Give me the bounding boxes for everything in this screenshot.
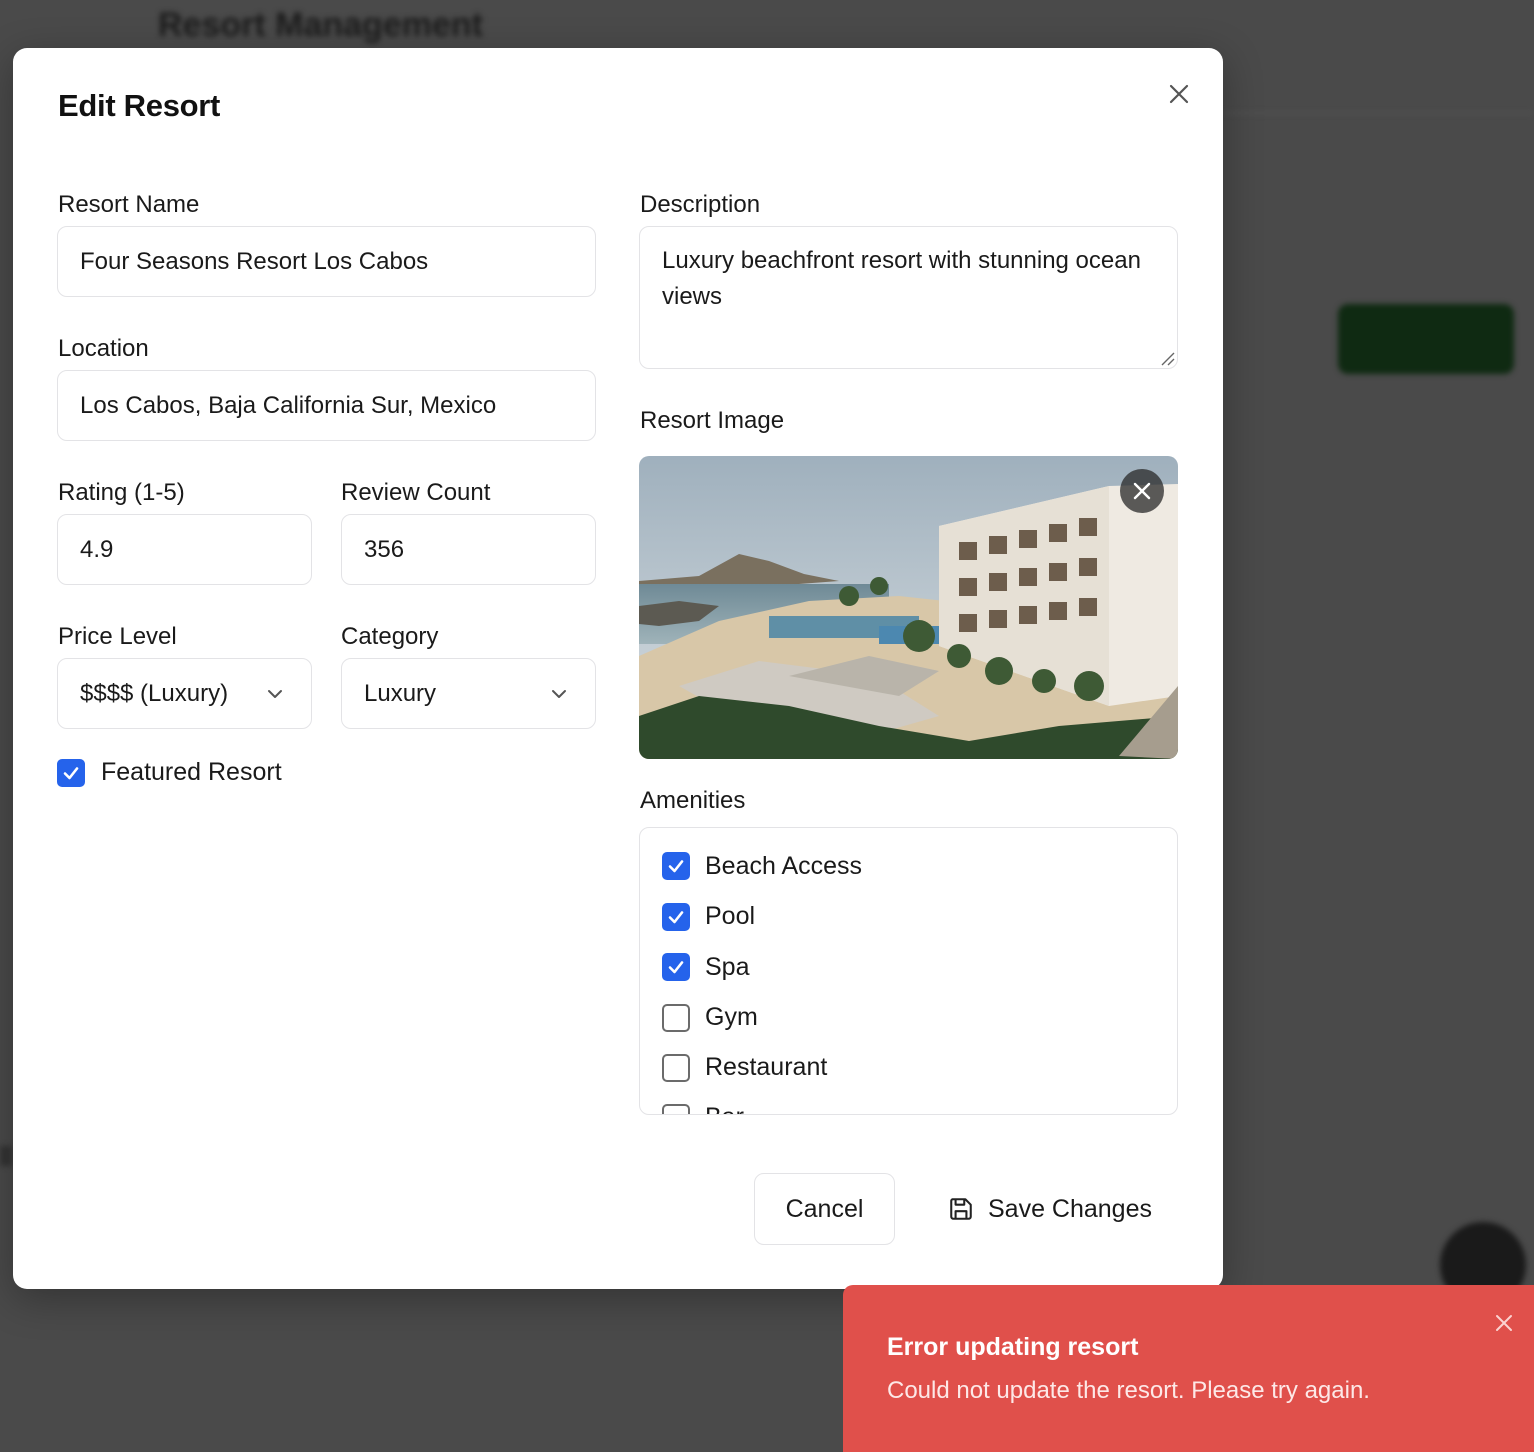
amenity-bar-checkbox[interactable] [662, 1104, 690, 1114]
save-changes-label: Save Changes [987, 1194, 1152, 1223]
close-icon [1169, 84, 1189, 104]
review-count-value: 356 [364, 535, 405, 563]
rating-label: Rating (1-5) [58, 479, 185, 506]
checkmark-icon [668, 860, 684, 873]
amenity-beach-access-label: Beach Access [705, 852, 863, 880]
rating-input[interactable]: 4.9 [57, 514, 312, 585]
featured-resort-checkbox[interactable] [57, 759, 85, 787]
featured-resort-label: Featured Resort [101, 758, 282, 786]
amenity-restaurant-label: Restaurant [705, 1053, 828, 1081]
review-count-input[interactable]: 356 [341, 514, 596, 585]
amenity-pool-checkbox[interactable] [662, 903, 690, 931]
save-changes-button[interactable]: Save Changes [920, 1173, 1180, 1245]
resort-photo [639, 456, 1178, 759]
amenity-bar-label: Bar [705, 1103, 744, 1114]
modal-title: Edit Resort [58, 88, 221, 123]
amenities-label: Amenities [640, 787, 746, 814]
location-label: Location [58, 335, 149, 362]
amenity-gym-label: Gym [705, 1003, 758, 1031]
amenity-gym-checkbox[interactable] [662, 1004, 690, 1032]
price-level-select[interactable]: $$$$ (Luxury) [57, 658, 312, 729]
checkmark-icon [668, 911, 684, 924]
rating-value: 4.9 [80, 535, 114, 563]
amenity-restaurant-checkbox[interactable] [662, 1054, 690, 1082]
checkmark-icon [668, 961, 684, 974]
background-divider [1223, 112, 1534, 114]
amenity-spa-checkbox[interactable] [662, 953, 690, 981]
resort-image-label: Resort Image [640, 407, 785, 434]
checkmark-icon [63, 767, 79, 780]
toast-message: Could not update the resort. Please try … [887, 1377, 1370, 1404]
location-value: Los Cabos, Baja California Sur, Mexico [80, 391, 497, 419]
close-icon[interactable] [1492, 1311, 1516, 1335]
location-input[interactable]: Los Cabos, Baja California Sur, Mexico [57, 370, 596, 441]
resort-name-value: Four Seasons Resort Los Cabos [80, 247, 429, 275]
error-toast: Error updating resort Could not update t… [843, 1285, 1534, 1452]
background-edge-mark [0, 1146, 12, 1166]
description-label: Description [640, 191, 761, 218]
review-count-label: Review Count [341, 479, 491, 506]
amenity-beach-access-checkbox[interactable] [662, 852, 690, 880]
save-icon [950, 1198, 972, 1220]
description-value: Luxury beachfront resort with stunning o… [662, 247, 1141, 310]
close-icon [1133, 482, 1151, 500]
resort-name-label: Resort Name [58, 191, 200, 218]
description-textarea[interactable]: Luxury beachfront resort with stunning o… [639, 226, 1178, 369]
amenity-pool-label: Pool [705, 902, 756, 930]
cancel-button[interactable]: Cancel [754, 1173, 895, 1245]
amenity-spa-label: Spa [705, 953, 750, 981]
remove-image-button[interactable] [1120, 469, 1164, 513]
amenities-list[interactable]: Beach Access Pool Spa Gym Restaurant Bar [639, 827, 1178, 1115]
background-add-button [1338, 304, 1514, 374]
price-level-label: Price Level [58, 623, 177, 650]
category-select[interactable]: Luxury [341, 658, 596, 729]
edit-resort-modal: Edit Resort Resort Name Four Seasons Res… [13, 48, 1223, 1289]
price-level-value: $$$$ (Luxury) [80, 679, 229, 707]
resort-image [639, 456, 1178, 759]
chevron-down-icon [552, 689, 566, 698]
category-value: Luxury [364, 679, 437, 707]
close-modal-button[interactable] [1163, 78, 1195, 110]
toast-title: Error updating resort [887, 1333, 1139, 1361]
resize-handle-icon[interactable] [1159, 350, 1175, 366]
category-label: Category [341, 623, 439, 650]
background-page-title: Resort Management [158, 6, 483, 44]
resort-name-input[interactable]: Four Seasons Resort Los Cabos [57, 226, 596, 297]
chevron-down-icon [268, 689, 282, 698]
